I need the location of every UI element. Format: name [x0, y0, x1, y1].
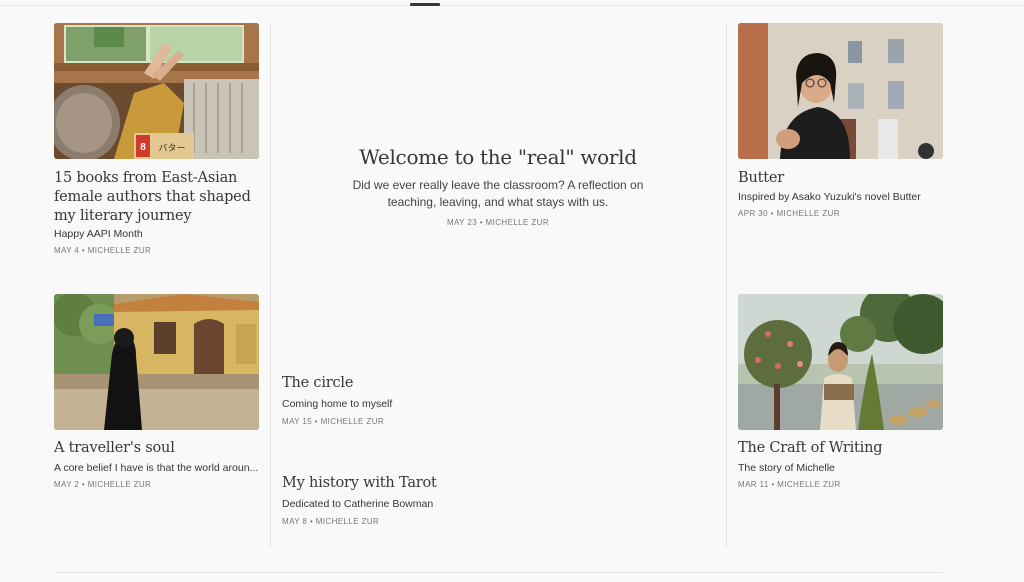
- post-image-books[interactable]: 8 バター: [54, 23, 259, 159]
- column-divider-left: [270, 23, 271, 548]
- meta-separator: •: [81, 480, 86, 489]
- garden-portrait-photo: [738, 294, 943, 430]
- post-date: MAY 23: [446, 218, 478, 227]
- post-meta: MAY 2 • MICHELLE ZUR: [54, 480, 151, 489]
- post-author-link[interactable]: MICHELLE ZUR: [88, 480, 151, 489]
- post-subtitle: Coming home to myself: [282, 398, 393, 410]
- featured-post-title[interactable]: Welcome to the "real" world: [284, 144, 712, 170]
- post-author-link[interactable]: MICHELLE ZUR: [486, 218, 549, 227]
- meta-separator: •: [479, 218, 483, 227]
- featured-post-meta: MAY 23 • MICHELLE ZUR: [284, 218, 712, 227]
- post-meta: MAY 4 • MICHELLE ZUR: [54, 246, 151, 255]
- post-author-link[interactable]: MICHELLE ZUR: [776, 209, 839, 218]
- post-title[interactable]: Butter: [738, 169, 943, 188]
- bottom-divider: [54, 572, 943, 573]
- post-meta: MAY 15 • MICHELLE ZUR: [282, 417, 384, 426]
- post-subtitle: Happy AAPI Month: [54, 228, 143, 240]
- post-subtitle: Inspired by Asako Yuzuki's novel Butter: [738, 191, 921, 203]
- post-title[interactable]: The circle: [282, 374, 582, 393]
- box-number-label: 8: [140, 142, 146, 153]
- post-date: APR 30: [738, 209, 768, 218]
- post-title[interactable]: A traveller's soul: [54, 439, 264, 458]
- meta-separator: •: [770, 209, 774, 218]
- post-subtitle: A core belief I have is that the world a…: [54, 462, 259, 474]
- post-date: MAR 11: [738, 480, 769, 489]
- top-divider: [0, 5, 1024, 6]
- post-author-link[interactable]: MICHELLE ZUR: [777, 480, 840, 489]
- post-meta: MAY 8 • MICHELLE ZUR: [282, 517, 379, 526]
- post-author-link[interactable]: MICHELLE ZUR: [321, 417, 384, 426]
- post-title[interactable]: 15 books from East-Asian female authors …: [54, 169, 264, 226]
- meta-separator: •: [771, 480, 775, 489]
- post-title[interactable]: The Craft of Writing: [738, 439, 943, 458]
- post-image-writing[interactable]: [738, 294, 943, 430]
- post-meta: MAR 11 • MICHELLE ZUR: [738, 480, 841, 489]
- meta-separator: •: [81, 246, 86, 255]
- post-author-link[interactable]: MICHELLE ZUR: [88, 246, 151, 255]
- street-photo: [54, 294, 259, 430]
- post-date: MAY 8: [282, 517, 308, 526]
- meta-separator: •: [314, 417, 318, 426]
- box-text-label: バター: [158, 143, 185, 154]
- featured-post-subtitle: Did we ever really leave the classroom? …: [352, 178, 644, 209]
- post-subtitle: The story of Michelle: [738, 462, 835, 474]
- post-image-traveller[interactable]: [54, 294, 259, 430]
- post-subtitle: Dedicated to Catherine Bowman: [282, 498, 434, 510]
- active-tab-indicator: [410, 3, 440, 6]
- meta-separator: •: [309, 517, 314, 526]
- portrait-photo: [738, 23, 943, 159]
- reading-by-window-photo: 8 バター: [54, 23, 259, 159]
- column-divider-right: [726, 23, 727, 548]
- post-date: MAY 2: [54, 480, 80, 489]
- post-date: MAY 4: [54, 246, 80, 255]
- post-meta: APR 30 • MICHELLE ZUR: [738, 209, 840, 218]
- post-image-butter[interactable]: [738, 23, 943, 159]
- post-title[interactable]: My history with Tarot: [282, 474, 582, 493]
- post-date: MAY 15: [282, 417, 313, 426]
- post-author-link[interactable]: MICHELLE ZUR: [316, 517, 379, 526]
